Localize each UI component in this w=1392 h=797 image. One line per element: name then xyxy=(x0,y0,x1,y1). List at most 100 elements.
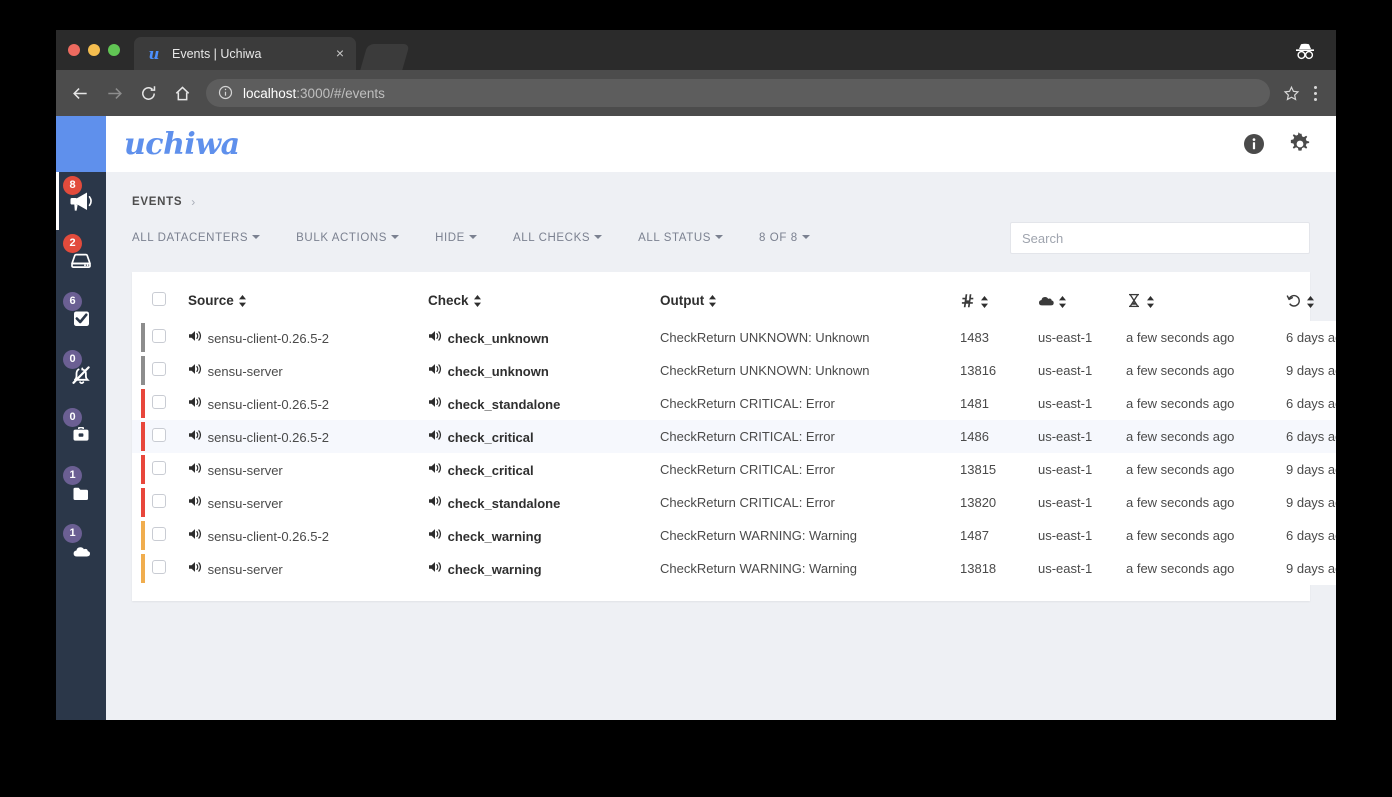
table-row[interactable]: sensu-client-0.26.5-2 check_critical Chec… xyxy=(132,420,1336,453)
column-header-check-label: Check xyxy=(428,293,469,308)
speaker-on-icon[interactable] xyxy=(188,494,204,508)
table-row[interactable]: sensu-client-0.26.5-2 check_unknown Check… xyxy=(132,321,1336,354)
sidebar-badge-aggregates: 0 xyxy=(63,408,82,427)
column-header-last-check[interactable] xyxy=(1126,280,1286,321)
speaker-on-icon[interactable] xyxy=(428,329,444,343)
cell-check-text[interactable]: check_critical xyxy=(448,430,534,445)
cell-check: check_warning xyxy=(428,519,660,552)
site-info-icon[interactable] xyxy=(218,85,234,101)
table-row[interactable]: sensu-server check_unknown CheckReturn UN… xyxy=(132,354,1336,387)
speaker-on-icon[interactable] xyxy=(428,395,444,409)
close-tab-button[interactable]: × xyxy=(332,45,348,62)
sort-arrow-icon xyxy=(1146,295,1155,309)
speaker-on-icon[interactable] xyxy=(188,395,204,409)
column-header-datacenter[interactable] xyxy=(1038,280,1126,321)
speaker-on-icon[interactable] xyxy=(428,362,444,376)
filter-hide[interactable]: HIDE xyxy=(435,232,477,244)
gear-icon[interactable] xyxy=(1288,132,1312,156)
row-checkbox[interactable] xyxy=(152,461,166,475)
table-row[interactable]: sensu-client-0.26.5-2 check_warning Check… xyxy=(132,519,1336,552)
table-row[interactable]: sensu-server check_standalone CheckReturn… xyxy=(132,486,1336,519)
cell-last-ok: 9 days ago xyxy=(1286,561,1336,576)
row-checkbox[interactable] xyxy=(152,329,166,343)
sidebar-item-datacenters[interactable]: 1 xyxy=(56,520,106,578)
filter-all-datacenters[interactable]: ALL DATACENTERS xyxy=(132,232,261,244)
speaker-on-icon[interactable] xyxy=(188,560,204,574)
speaker-on-icon[interactable] xyxy=(188,428,204,442)
chevron-down-icon xyxy=(715,235,724,239)
row-checkbox[interactable] xyxy=(152,527,166,541)
browser-menu-icon[interactable] xyxy=(1304,79,1326,107)
search-input[interactable] xyxy=(1010,222,1310,254)
column-header-last-ok[interactable] xyxy=(1286,280,1336,321)
row-checkbox[interactable] xyxy=(152,428,166,442)
cell-check-text[interactable]: check_unknown xyxy=(448,331,549,346)
sidebar-item-silenced[interactable]: 0 xyxy=(56,346,106,404)
speaker-on-icon[interactable] xyxy=(428,428,444,442)
speaker-on-icon[interactable] xyxy=(188,329,204,343)
cell-last-ok: 9 days ago xyxy=(1286,462,1336,477)
minimize-window-button[interactable] xyxy=(88,44,100,56)
column-header-source[interactable]: Source xyxy=(188,280,428,321)
cell-source: sensu-client-0.26.5-2 xyxy=(188,420,428,453)
speaker-on-icon[interactable] xyxy=(428,461,444,475)
maximize-window-button[interactable] xyxy=(108,44,120,56)
filter-all-status[interactable]: ALL STATUS xyxy=(638,232,724,244)
back-arrow-icon[interactable] xyxy=(66,79,94,107)
table-row[interactable]: sensu-server check_critical CheckReturn C… xyxy=(132,453,1336,486)
sidebar-item-stashes[interactable]: 1 xyxy=(56,462,106,520)
speaker-on-icon[interactable] xyxy=(188,362,204,376)
hash-icon xyxy=(960,293,976,308)
cell-check-text[interactable]: check_unknown xyxy=(448,364,549,379)
select-all-checkbox[interactable] xyxy=(152,292,166,306)
home-icon[interactable] xyxy=(168,79,196,107)
speaker-on-icon[interactable] xyxy=(428,527,444,541)
row-status-bar xyxy=(132,420,152,453)
app-header: uchiwa xyxy=(106,116,1336,172)
forward-arrow-icon[interactable] xyxy=(100,79,128,107)
sidebar-item-aggregates[interactable]: 0 xyxy=(56,404,106,462)
speaker-on-icon[interactable] xyxy=(428,494,444,508)
row-select-cell xyxy=(152,354,188,387)
cell-check-text[interactable]: check_standalone xyxy=(448,496,561,511)
cell-source-text: sensu-server xyxy=(207,364,283,379)
sort-arrow-icon xyxy=(238,294,247,308)
new-tab-button[interactable] xyxy=(360,44,410,70)
sidebar-badge-stashes: 1 xyxy=(63,466,82,485)
uchiwa-logo[interactable]: uchiwa xyxy=(124,127,240,162)
info-circle-icon[interactable] xyxy=(1242,132,1266,156)
row-checkbox[interactable] xyxy=(152,494,166,508)
cell-check-text[interactable]: check_critical xyxy=(448,463,534,478)
speaker-on-icon[interactable] xyxy=(188,527,204,541)
column-header-output[interactable]: Output xyxy=(660,280,960,321)
sidebar-item-events[interactable]: 8 xyxy=(56,172,106,230)
address-bar[interactable]: localhost:3000/#/events xyxy=(206,79,1270,107)
filter-page-count[interactable]: 8 OF 8 xyxy=(759,232,810,244)
cell-check-text[interactable]: check_standalone xyxy=(448,397,561,412)
sidebar-item-checks[interactable]: 6 xyxy=(56,288,106,346)
events-table-head: Source Check Output xyxy=(132,280,1336,321)
browser-tab[interactable]: u Events | Uchiwa × xyxy=(134,37,356,70)
breadcrumb-events[interactable]: EVENTS xyxy=(132,196,182,208)
column-header-check[interactable]: Check xyxy=(428,280,660,321)
cell-check-text[interactable]: check_warning xyxy=(448,562,542,577)
row-checkbox[interactable] xyxy=(152,362,166,376)
reload-icon[interactable] xyxy=(134,79,162,107)
bookmark-star-icon[interactable] xyxy=(1278,85,1304,102)
speaker-on-icon[interactable] xyxy=(428,560,444,574)
table-row[interactable]: sensu-client-0.26.5-2 check_standalone Ch… xyxy=(132,387,1336,420)
filter-all-checks[interactable]: ALL CHECKS xyxy=(513,232,603,244)
cell-check-text[interactable]: check_warning xyxy=(448,529,542,544)
row-checkbox[interactable] xyxy=(152,395,166,409)
row-checkbox[interactable] xyxy=(152,560,166,574)
sidebar-item-clients[interactable]: 2 xyxy=(56,230,106,288)
filter-all-datacenters-label: ALL DATACENTERS xyxy=(132,232,249,244)
speaker-on-icon[interactable] xyxy=(188,461,204,475)
column-header-occurrences[interactable] xyxy=(960,280,1038,321)
table-row[interactable]: sensu-server check_warning CheckReturn WA… xyxy=(132,552,1336,585)
chevron-down-icon xyxy=(391,235,400,239)
close-window-button[interactable] xyxy=(68,44,80,56)
cell-output: CheckReturn UNKNOWN: Unknown xyxy=(660,363,870,378)
cell-occurrences: 1487 xyxy=(960,528,989,543)
filter-bulk-actions[interactable]: BULK ACTIONS xyxy=(296,232,400,244)
